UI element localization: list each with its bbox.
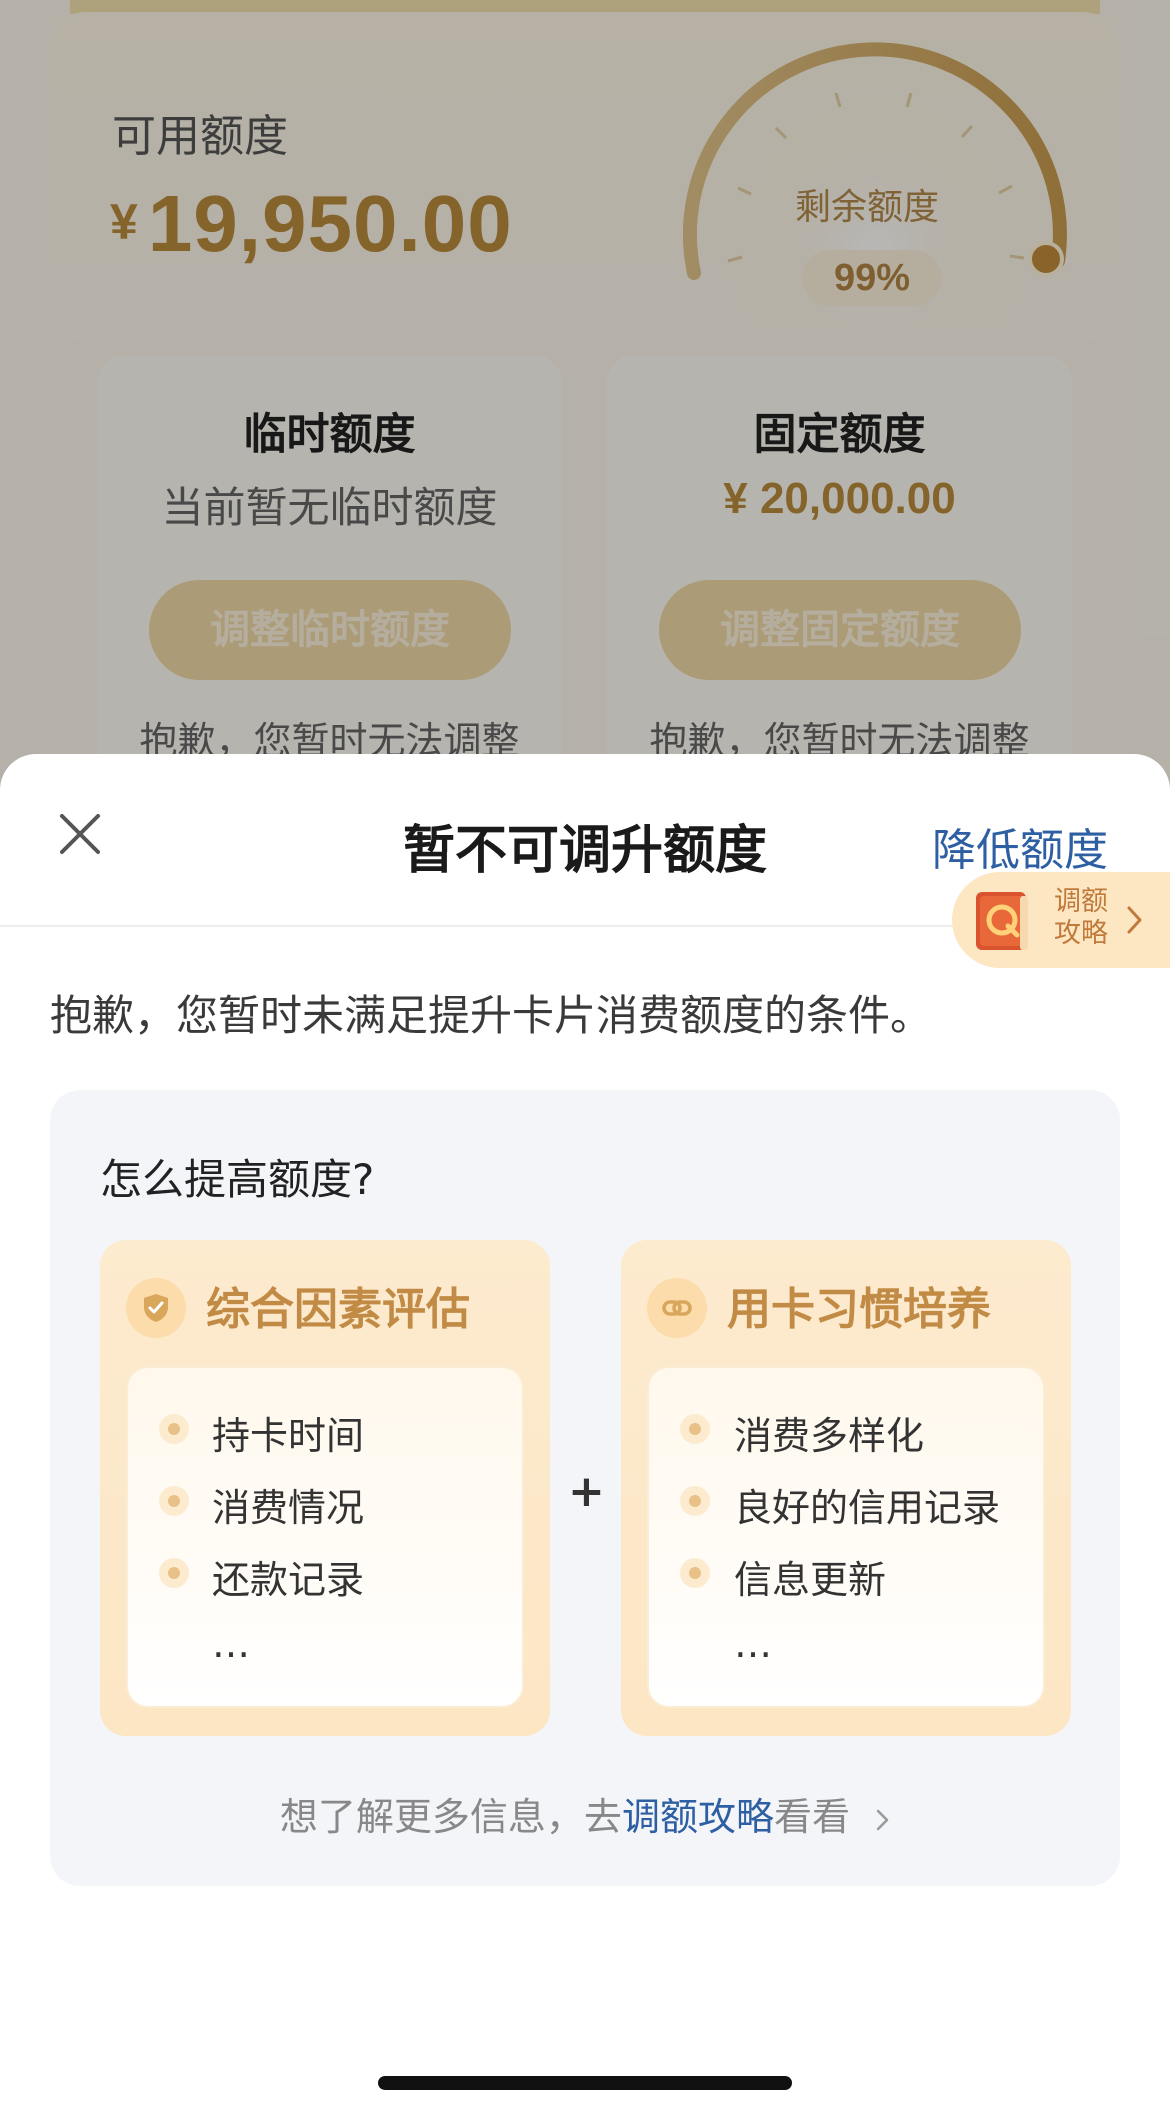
factor-item: 还款记录	[212, 1558, 365, 1602]
list-bullet-icon	[680, 1414, 710, 1444]
factor-item: 消费多样化	[734, 1414, 925, 1458]
link-icon	[647, 1278, 707, 1338]
factor-item: 信息更新	[734, 1558, 887, 1602]
factor-item-more: …	[734, 1622, 772, 1666]
guide-badge-line2: 攻略	[1054, 918, 1108, 949]
background-page: 可用额度 ¥19,950.00 剩余额度 99% 临时额度 当前暂无临时额度 调…	[0, 0, 1170, 800]
guide-badge-text: 调额 攻略	[1054, 886, 1124, 950]
list-bullet-icon	[159, 1486, 189, 1516]
credit-guide-link[interactable]: 调额攻略	[622, 1795, 774, 1839]
list-bullet-icon	[680, 1558, 710, 1588]
plus-sign: +	[568, 1466, 605, 1517]
list-bullet-icon	[159, 1414, 189, 1444]
more-info-row[interactable]: 想了解更多信息，去调额攻略看看	[0, 1786, 1170, 1841]
factor-item: 消费情况	[212, 1486, 365, 1530]
how-to-raise-title: 怎么提高额度?	[100, 1155, 375, 1204]
factor-title-habits: 用卡习惯培养	[727, 1284, 991, 1335]
ineligible-message: 抱歉，您暂时未满足提升卡片消费额度的条件。	[50, 991, 933, 1040]
chevron-right-icon	[1127, 906, 1142, 934]
more-info-prefix: 想了解更多信息，去	[279, 1795, 622, 1839]
factor-item: 持卡时间	[212, 1414, 365, 1458]
factor-item: 良好的信用记录	[734, 1486, 1001, 1530]
guide-book-icon	[976, 892, 1028, 950]
modal-overlay[interactable]	[0, 0, 1170, 800]
list-bullet-icon	[680, 1486, 710, 1516]
chevron-right-icon	[876, 1809, 889, 1831]
home-indicator[interactable]	[378, 2076, 792, 2090]
shield-check-icon	[126, 1278, 186, 1338]
lower-credit-button[interactable]: 降低额度	[932, 814, 1108, 878]
list-bullet-icon	[159, 1558, 189, 1588]
factor-item-more: …	[212, 1622, 250, 1666]
guide-badge-line1: 调额	[1054, 886, 1108, 917]
more-info-suffix: 看看	[773, 1795, 850, 1839]
factor-title-comprehensive: 综合因素评估	[206, 1284, 470, 1335]
